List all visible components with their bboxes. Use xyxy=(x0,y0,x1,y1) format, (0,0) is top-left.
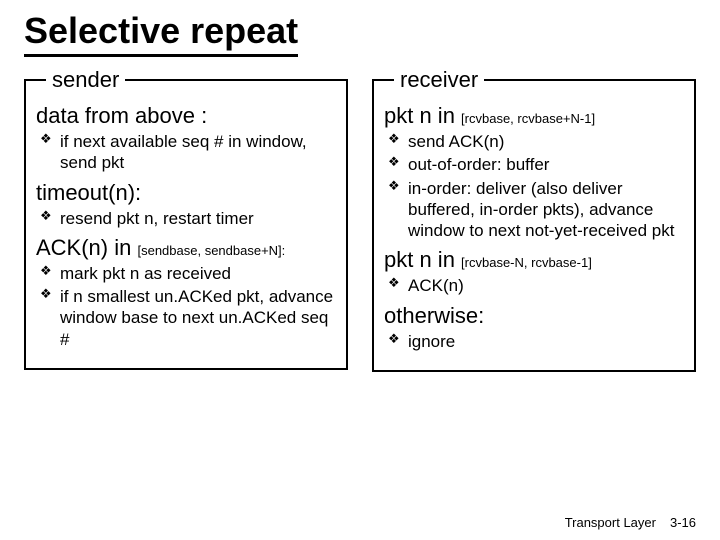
receiver-bullets-1: ACK(n) xyxy=(384,275,684,296)
list-item: send ACK(n) xyxy=(388,131,684,152)
receiver-heading-1: pkt n in [rcvbase-N, rcvbase-1] xyxy=(384,247,684,273)
footer-label: Transport Layer xyxy=(565,515,656,530)
sender-bullets-1: resend pkt n, restart timer xyxy=(36,208,336,229)
slide: Selective repeat sender data from above … xyxy=(0,0,720,540)
footer: Transport Layer 3-16 xyxy=(565,515,696,530)
receiver-heading-2-text: otherwise: xyxy=(384,303,484,328)
sender-heading-2: ACK(n) in [sendbase, sendbase+N]: xyxy=(36,235,336,261)
sender-legend: sender xyxy=(46,67,125,93)
sender-bullets-2: mark pkt n as received if n smallest un.… xyxy=(36,263,336,350)
list-item: mark pkt n as received xyxy=(40,263,336,284)
receiver-legend: receiver xyxy=(394,67,484,93)
receiver-panel: receiver pkt n in [rcvbase, rcvbase+N-1]… xyxy=(372,67,696,372)
list-item: if next available seq # in window, send … xyxy=(40,131,336,174)
receiver-heading-1-text: pkt n in xyxy=(384,247,461,272)
sender-heading-0: data from above : xyxy=(36,103,336,129)
list-item: ignore xyxy=(388,331,684,352)
list-item: ACK(n) xyxy=(388,275,684,296)
receiver-column: receiver pkt n in [rcvbase, rcvbase+N-1]… xyxy=(372,67,696,372)
sender-heading-2-sub: [sendbase, sendbase+N]: xyxy=(137,243,285,258)
sender-heading-1: timeout(n): xyxy=(36,180,336,206)
list-item: out-of-order: buffer xyxy=(388,154,684,175)
list-item: if n smallest un.ACKed pkt, advance wind… xyxy=(40,286,336,350)
sender-bullets-0: if next available seq # in window, send … xyxy=(36,131,336,174)
slide-title: Selective repeat xyxy=(24,10,298,57)
receiver-heading-1-sub: [rcvbase-N, rcvbase-1] xyxy=(461,255,592,270)
sender-heading-0-text: data from above : xyxy=(36,103,207,128)
sender-heading-1-text: timeout(n): xyxy=(36,180,141,205)
receiver-heading-0: pkt n in [rcvbase, rcvbase+N-1] xyxy=(384,103,684,129)
sender-column: sender data from above : if next availab… xyxy=(24,67,348,372)
receiver-heading-0-text: pkt n in xyxy=(384,103,461,128)
receiver-bullets-0: send ACK(n) out-of-order: buffer in-orde… xyxy=(384,131,684,241)
columns: sender data from above : if next availab… xyxy=(24,67,696,372)
sender-panel: sender data from above : if next availab… xyxy=(24,67,348,370)
receiver-heading-0-sub: [rcvbase, rcvbase+N-1] xyxy=(461,111,595,126)
sender-heading-2-text: ACK(n) in xyxy=(36,235,137,260)
list-item: resend pkt n, restart timer xyxy=(40,208,336,229)
list-item: in-order: deliver (also deliver buffered… xyxy=(388,178,684,242)
receiver-heading-2: otherwise: xyxy=(384,303,684,329)
receiver-bullets-2: ignore xyxy=(384,331,684,352)
page-number: 3-16 xyxy=(670,515,696,530)
